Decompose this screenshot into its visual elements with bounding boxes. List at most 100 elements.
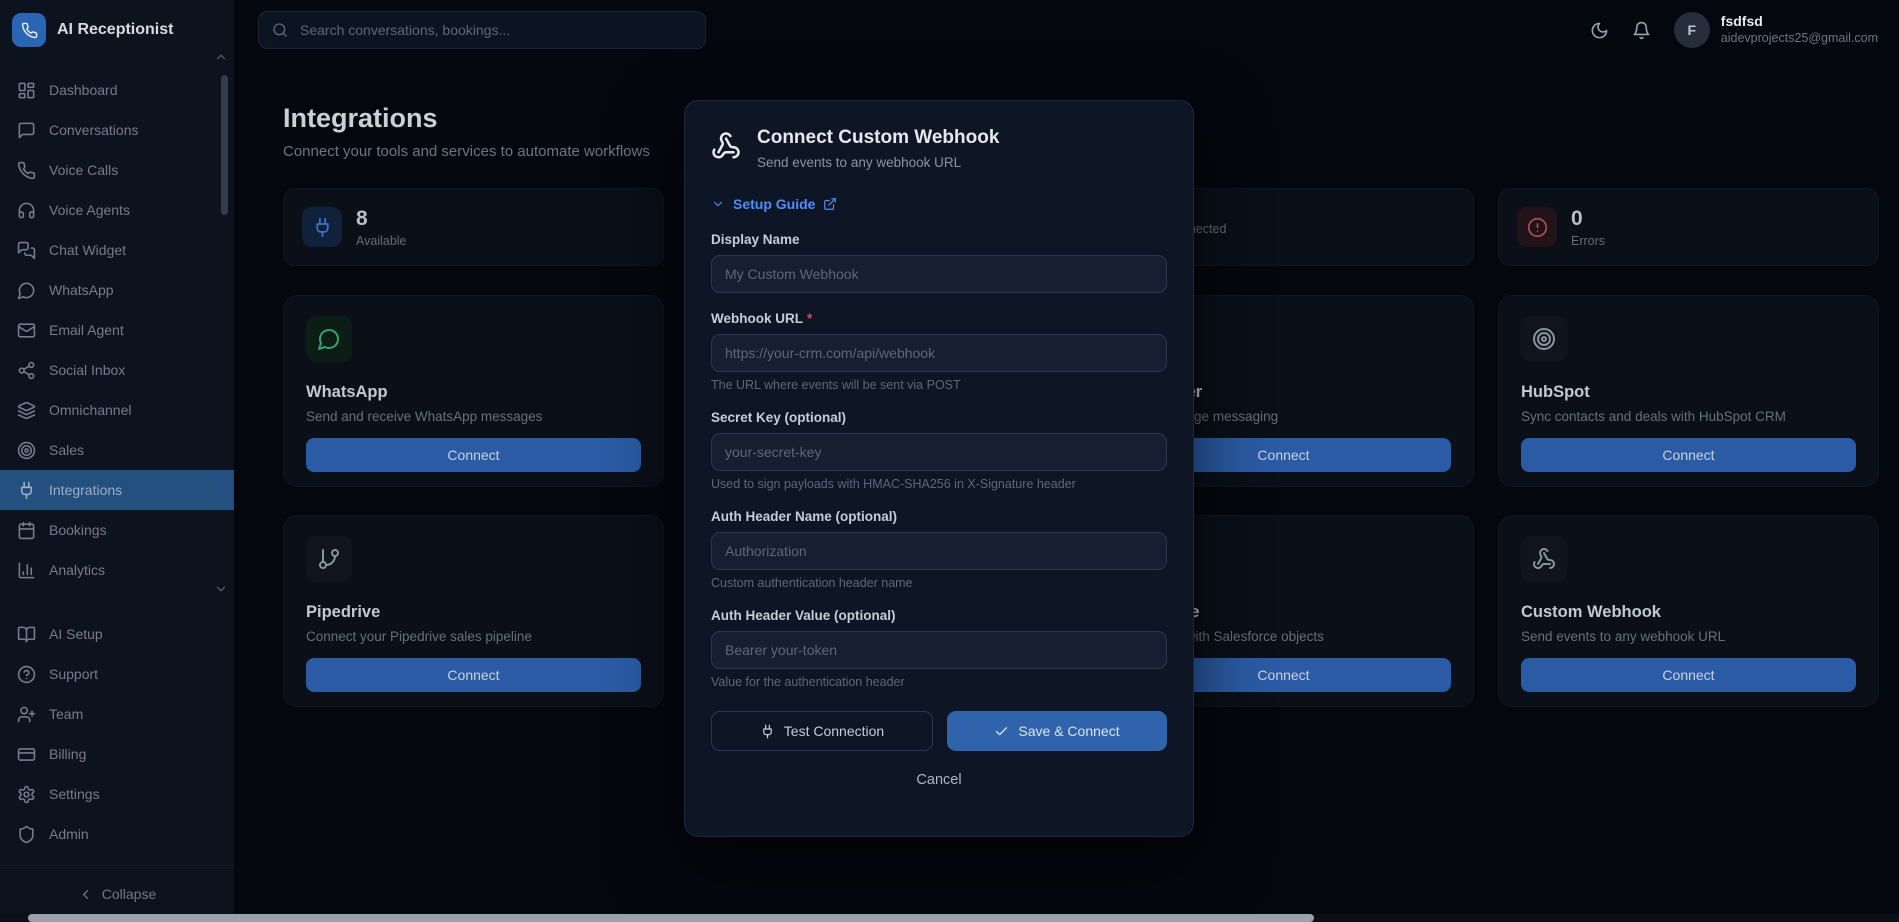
sidebar-item-label: Sales — [49, 442, 84, 458]
setup-guide-toggle[interactable]: Setup Guide — [711, 194, 837, 214]
nav-scroll-up[interactable] — [214, 50, 228, 64]
sidebar-item[interactable]: Settings — [0, 774, 234, 814]
external-link-icon — [823, 197, 837, 211]
integration-icon — [317, 327, 341, 351]
sidebar-item-label: WhatsApp — [49, 282, 114, 298]
sidebar-item[interactable]: Admin — [0, 814, 234, 854]
form-field: Auth Header Value (optional)* Value for … — [711, 608, 1167, 689]
sidebar-item[interactable]: AI Setup — [0, 614, 234, 654]
required-asterisk: * — [807, 311, 812, 326]
integration-card: WhatsApp Send and receive WhatsApp messa… — [283, 295, 664, 487]
save-connect-button[interactable]: Save & Connect — [947, 711, 1167, 751]
sidebar-item[interactable]: Email Agent — [0, 310, 234, 350]
integration-icon-tile — [1521, 536, 1567, 582]
search-icon — [272, 22, 288, 38]
field-helper-text: The URL where events will be sent via PO… — [711, 378, 1167, 392]
user-info: fsdfsd aidevprojects25@gmail.com — [1721, 13, 1878, 46]
form-field: Secret Key (optional)* Used to sign payl… — [711, 410, 1167, 491]
integration-name: Custom Webhook — [1521, 603, 1856, 622]
chevron-down-icon — [711, 197, 725, 211]
sidebar-item-label: Omnichannel — [49, 402, 132, 418]
sidebar-scrollbar-thumb[interactable] — [221, 75, 228, 215]
connect-button[interactable]: Connect — [1521, 658, 1856, 692]
sidebar-item[interactable]: Team — [0, 694, 234, 734]
item-icon — [17, 121, 36, 140]
integration-icon — [1532, 547, 1556, 571]
item-icon — [17, 281, 36, 300]
field-input[interactable] — [711, 532, 1167, 570]
field-label: Auth Header Value (optional)* — [711, 608, 1167, 623]
app-title: AI Receptionist — [57, 21, 173, 39]
cancel-button[interactable]: Cancel — [910, 771, 967, 789]
integration-name: HubSpot — [1521, 383, 1856, 402]
integration-icon — [1532, 327, 1556, 351]
search-input[interactable] — [298, 21, 692, 39]
theme-toggle-button[interactable] — [1590, 21, 1609, 40]
sidebar-item-label: Bookings — [49, 522, 107, 538]
item-icon — [17, 665, 36, 684]
sidebar-item-label: Team — [49, 706, 83, 722]
app-logo — [12, 13, 46, 47]
modal-title: Connect Custom Webhook — [757, 127, 999, 149]
field-input[interactable] — [711, 433, 1167, 471]
integration-card: Pipedrive Connect your Pipedrive sales p… — [283, 515, 664, 707]
item-icon — [17, 481, 36, 500]
integration-description: Connect your Pipedrive sales pipeline — [306, 629, 641, 644]
stat-icon-tile — [1517, 207, 1557, 247]
field-helper-text: Custom authentication header name — [711, 576, 1167, 590]
sidebar-item-label: Chat Widget — [49, 242, 126, 258]
sidebar-item[interactable]: Analytics — [0, 550, 234, 590]
integration-card: HubSpot Sync contacts and deals with Hub… — [1498, 295, 1879, 487]
topbar: F fsdfsd aidevprojects25@gmail.com — [234, 0, 1899, 60]
sidebar-item[interactable]: Omnichannel — [0, 390, 234, 430]
stat-value: 0 — [1571, 207, 1605, 231]
sidebar-item[interactable]: Integrations — [0, 470, 234, 510]
sidebar-item[interactable]: Social Inbox — [0, 350, 234, 390]
phone-icon — [21, 22, 38, 39]
integration-icon-tile — [306, 536, 352, 582]
webhook-form: Display Name* Webhook URL* The URL where… — [711, 232, 1167, 789]
page-subtitle: Connect your tools and services to autom… — [283, 143, 650, 160]
connect-button[interactable]: Connect — [306, 438, 641, 472]
field-input[interactable] — [711, 631, 1167, 669]
sidebar-item[interactable]: Dashboard — [0, 70, 234, 110]
sidebar-item[interactable]: Voice Calls — [0, 150, 234, 190]
field-input[interactable] — [711, 255, 1167, 293]
sidebar-item[interactable]: Voice Agents — [0, 190, 234, 230]
notifications-button[interactable] — [1632, 21, 1651, 40]
stat-icon — [1527, 217, 1548, 238]
item-icon — [17, 81, 36, 100]
sidebar-item[interactable]: Sales — [0, 430, 234, 470]
nav-scroll-down[interactable] — [214, 582, 228, 596]
horizontal-scrollbar-thumb[interactable] — [28, 914, 1314, 922]
field-label: Secret Key (optional)* — [711, 410, 1167, 425]
item-icon — [17, 361, 36, 380]
stat-text: 8 Available — [356, 207, 407, 248]
user-menu[interactable]: F fsdfsd aidevprojects25@gmail.com — [1674, 12, 1878, 48]
sidebar-item-label: Integrations — [49, 482, 122, 498]
sidebar-item[interactable]: Billing — [0, 734, 234, 774]
integration-card: Custom Webhook Send events to any webhoo… — [1498, 515, 1879, 707]
search-box — [258, 11, 706, 49]
sidebar-item-label: Email Agent — [49, 322, 124, 338]
connect-button[interactable]: Connect — [1521, 438, 1856, 472]
sidebar-item[interactable]: Support — [0, 654, 234, 694]
connect-webhook-modal: Connect Custom Webhook Send events to an… — [684, 100, 1194, 837]
plug-icon — [760, 724, 775, 739]
integration-description: Sync contacts and deals with HubSpot CRM — [1521, 409, 1856, 424]
item-icon — [17, 825, 36, 844]
connect-button[interactable]: Connect — [306, 658, 641, 692]
field-input[interactable] — [711, 334, 1167, 372]
moon-icon — [1590, 21, 1609, 40]
sidebar-item[interactable]: Conversations — [0, 110, 234, 150]
item-icon — [17, 241, 36, 260]
sidebar-item[interactable]: Bookings — [0, 510, 234, 550]
sidebar-item[interactable]: WhatsApp — [0, 270, 234, 310]
sidebar-item-label: Settings — [49, 786, 100, 802]
check-icon — [994, 724, 1009, 739]
test-connection-button[interactable]: Test Connection — [711, 711, 933, 751]
sidebar-item-label: Voice Calls — [49, 162, 118, 178]
sidebar-item[interactable]: Chat Widget — [0, 230, 234, 270]
field-helper-text: Value for the authentication header — [711, 675, 1167, 689]
field-helper-text: Used to sign payloads with HMAC-SHA256 i… — [711, 477, 1167, 491]
